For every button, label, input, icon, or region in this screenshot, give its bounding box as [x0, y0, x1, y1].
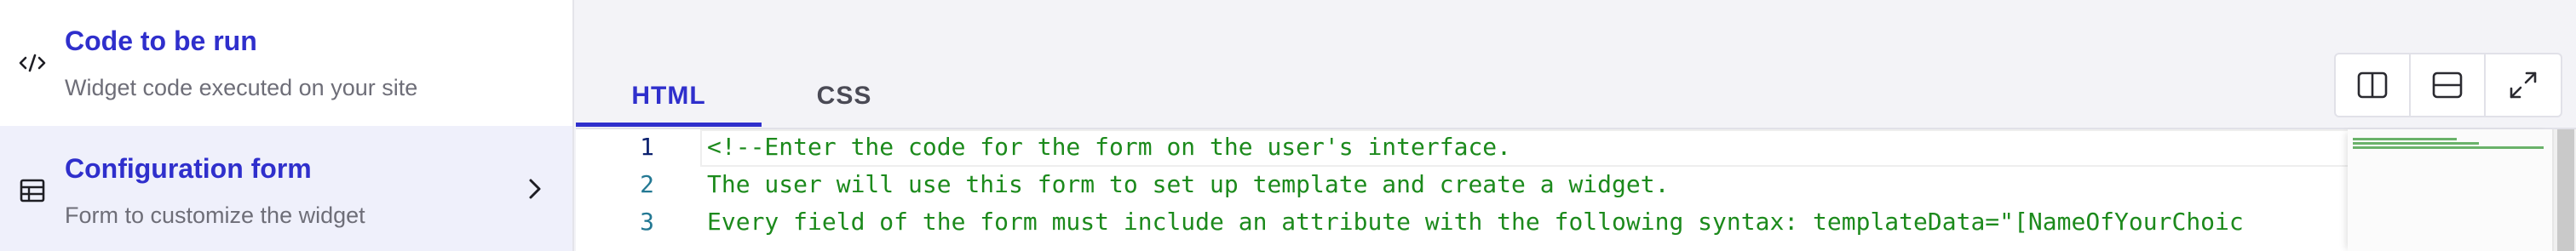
code-icon — [15, 46, 49, 80]
tab-html[interactable]: HTML — [576, 66, 762, 126]
code-line[interactable]: The user will use this form to set up te… — [707, 170, 1669, 198]
sidebar-item-code-to-be-run[interactable]: Code to be run Widget code executed on y… — [0, 0, 572, 126]
minimap-line — [2353, 142, 2479, 145]
sidebar-item-configuration-form[interactable]: Configuration form Form to customize the… — [0, 126, 572, 251]
layout-toolbar — [2334, 53, 2562, 117]
split-horizontal-icon — [2432, 71, 2463, 99]
split-horizontal-button[interactable] — [2411, 54, 2486, 116]
widget-editor-screen: Code to be run Widget code executed on y… — [0, 0, 2576, 251]
code-tabs: HTML CSS — [576, 66, 2576, 127]
expand-icon — [2510, 71, 2537, 99]
vertical-scrollbar[interactable] — [2552, 129, 2576, 251]
code-line[interactable]: <!--Enter the code for the form on the u… — [707, 133, 1511, 161]
line-number: 1 — [640, 133, 654, 161]
sidebar: Code to be run Widget code executed on y… — [0, 0, 574, 251]
expand-button[interactable] — [2486, 54, 2561, 116]
code-line[interactable]: Every field of the form must include an … — [707, 208, 2244, 236]
code-minimap[interactable] — [2348, 129, 2552, 251]
minimap-line — [2353, 138, 2457, 140]
tab-css[interactable]: CSS — [762, 66, 927, 126]
code-editor[interactable]: 1 2 3 <!--Enter the code for the form on… — [576, 128, 2576, 251]
active-tab-indicator — [576, 123, 762, 127]
split-vertical-button[interactable] — [2336, 54, 2411, 116]
sidebar-item-subtitle: Widget code executed on your site — [65, 75, 418, 100]
sidebar-item-title: Code to be run — [65, 26, 257, 56]
line-number-gutter: 1 2 3 — [576, 129, 700, 251]
line-number: 3 — [640, 208, 654, 236]
main-panel: HTML CSS 1 2 3 <!--Enter the code for th… — [576, 0, 2576, 251]
minimap-line — [2353, 146, 2544, 149]
chevron-right-icon — [523, 177, 547, 201]
sidebar-item-subtitle: Form to customize the widget — [65, 203, 365, 228]
table-icon — [15, 174, 49, 208]
line-number: 2 — [640, 170, 654, 198]
split-vertical-icon — [2357, 71, 2388, 99]
scrollbar-thumb[interactable] — [2557, 129, 2574, 251]
sidebar-item-title: Configuration form — [65, 153, 312, 184]
